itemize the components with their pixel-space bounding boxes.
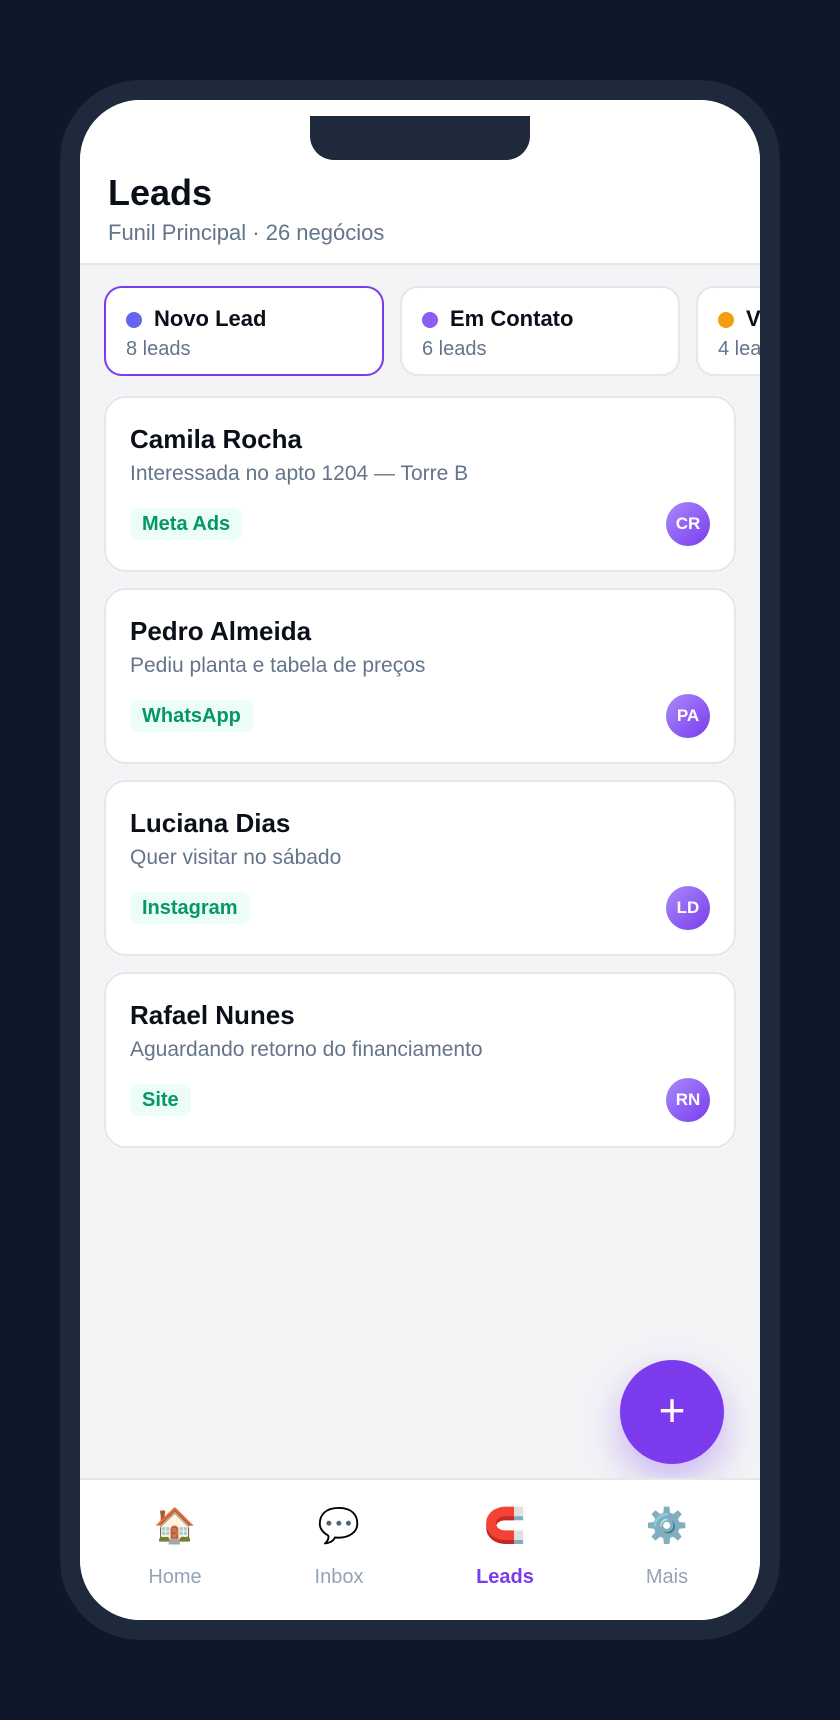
- stage-dot-icon: [422, 312, 438, 328]
- lead-card[interactable]: Luciana Dias Quer visitar no sábado Inst…: [104, 780, 736, 956]
- lead-name: Luciana Dias: [130, 808, 291, 838]
- stage-count: 4 leads: [718, 338, 760, 360]
- lead-note: Pediu planta e tabela de preços: [130, 654, 426, 677]
- tab-label: Home: [148, 1566, 202, 1588]
- phone-notch: [310, 116, 530, 160]
- stage-dot-icon: [126, 312, 142, 328]
- page-title: Leads: [108, 172, 213, 213]
- lead-name: Camila Rocha: [130, 424, 302, 454]
- lead-note: Interessada no apto 1204 — Torre B: [130, 462, 469, 485]
- tab-label: Inbox: [314, 1566, 364, 1588]
- add-lead-button[interactable]: +: [620, 1360, 724, 1464]
- lead-source-badge: Instagram: [130, 892, 250, 924]
- stage-count: 6 leads: [422, 338, 487, 360]
- avatar: LD: [666, 886, 710, 930]
- pipeline-stage-tabs[interactable]: Novo Lead 8 leads Em Contato 6 leads Vis…: [104, 286, 760, 376]
- tab-home[interactable]: 🏠 Home: [90, 1480, 260, 1620]
- lead-name: Rafael Nunes: [130, 1000, 295, 1030]
- lead-source-badge: Meta Ads: [130, 508, 243, 540]
- app-screen: Leads Funil Principal · 26 negócios Novo…: [80, 100, 760, 1620]
- stage-name: Em Contato: [450, 306, 574, 331]
- home-icon: 🏠: [153, 1507, 197, 1545]
- lead-card[interactable]: Camila Rocha Interessada no apto 1204 — …: [104, 396, 736, 572]
- magnet-icon: 🧲: [483, 1507, 527, 1545]
- lead-card[interactable]: Pedro Almeida Pediu planta e tabela de p…: [104, 588, 736, 764]
- stage-tab-novo-lead[interactable]: Novo Lead 8 leads: [104, 286, 384, 376]
- lead-source-badge: WhatsApp: [130, 700, 253, 732]
- lead-source-badge: Site: [130, 1084, 191, 1116]
- page-subtitle: Funil Principal · 26 negócios: [108, 220, 385, 245]
- gear-icon: ⚙️: [645, 1507, 689, 1545]
- avatar: PA: [666, 694, 710, 738]
- lead-note: Aguardando retorno do financiamento: [130, 1038, 483, 1061]
- tab-label: Mais: [645, 1566, 689, 1588]
- tab-label: Leads: [476, 1566, 534, 1588]
- stage-tab-visita[interactable]: Visita 4 leads: [696, 286, 760, 376]
- stage-name: Novo Lead: [154, 306, 267, 331]
- stage-tab-em-contato[interactable]: Em Contato 6 leads: [400, 286, 680, 376]
- tab-mais[interactable]: ⚙️ Mais: [582, 1480, 752, 1620]
- stage-count: 8 leads: [126, 338, 191, 360]
- avatar: RN: [666, 1078, 710, 1122]
- lead-note: Quer visitar no sábado: [130, 846, 342, 869]
- lead-name: Pedro Almeida: [130, 616, 312, 646]
- lead-card[interactable]: Rafael Nunes Aguardando retorno do finan…: [104, 972, 736, 1148]
- tab-inbox[interactable]: 💬 Inbox: [254, 1480, 424, 1620]
- chat-bubble-icon: 💬: [317, 1507, 361, 1545]
- tab-leads[interactable]: 🧲 Leads: [420, 1480, 590, 1620]
- stage-dot-icon: [718, 312, 734, 328]
- stage-name: Visita: [746, 306, 760, 331]
- bottom-tab-bar: 🏠 Home 💬 Inbox 🧲 Leads ⚙️ Mais: [80, 1478, 760, 1620]
- avatar: CR: [666, 502, 710, 546]
